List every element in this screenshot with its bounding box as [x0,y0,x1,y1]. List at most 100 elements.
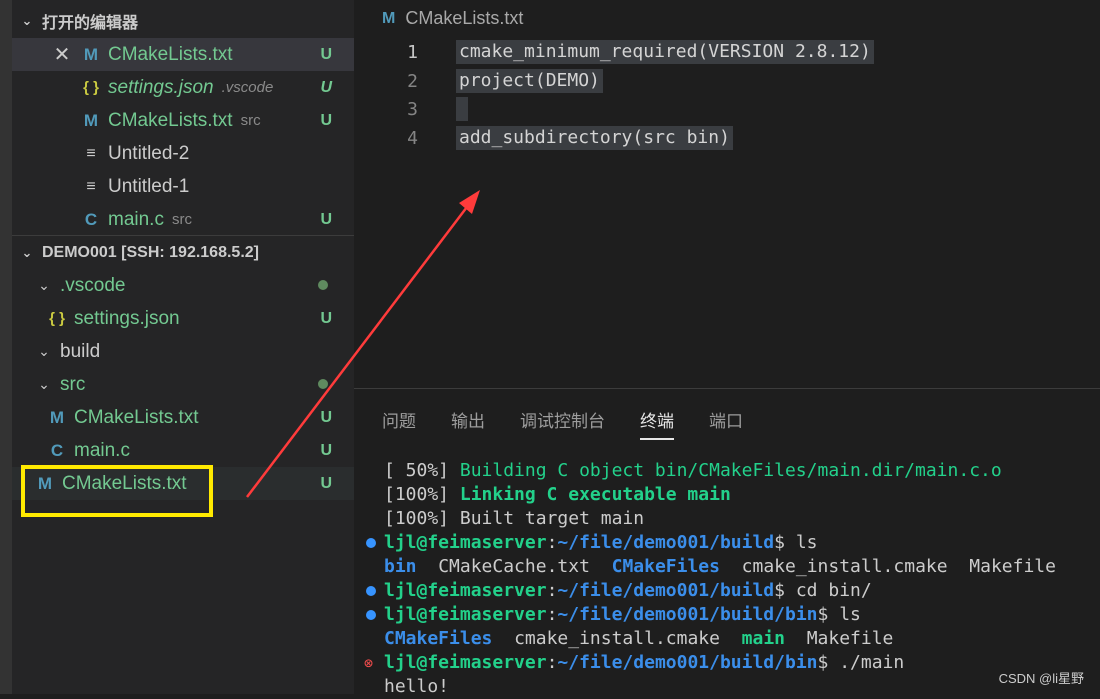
open-editors-title: 打开的编辑器 [42,15,139,32]
terminal-prompt-line: ⊗ ljl@feimaserver:~/file/demo001/build/bi… [364,652,905,673]
prompt-path: ~/file/demo001/build/bin [557,652,818,673]
file-description: src [240,112,261,129]
ls-entry: cmake_install.cmake [514,628,720,649]
git-status-badge: U [320,45,332,63]
open-editor-item-untitled-2[interactable]: ≡ Untitled-2 [12,137,354,170]
line-number: 3 [407,98,418,120]
cmake-icon: M [83,110,99,130]
open-editor-item-cmakelists[interactable]: ✕ M CMakeLists.txt U [12,38,354,71]
cmake-icon: M [382,9,396,27]
git-status-badge: U [320,408,332,426]
code-line[interactable]: 3 [354,95,468,123]
chevron-down-icon: ⌄ [38,277,50,293]
tree-folder-src[interactable]: ⌄ src [12,368,354,401]
open-editor-item-settings[interactable]: { } settings.json .vscode U [12,71,354,104]
tree-folder-vscode[interactable]: ⌄ .vscode [12,269,354,302]
terminal-prompt-line: ljl@feimaserver:~/file/demo001/build/bin… [366,603,1056,627]
file-name: CMakeLists.txt [74,406,199,428]
tree-file-settings-json[interactable]: { } settings.json U [12,302,354,335]
build-message: Building C object bin/CMakeFiles/main.di… [459,460,1002,481]
prompt-path: ~/file/demo001/build [557,532,775,553]
file-name: Untitled-1 [108,175,190,197]
line-number: 4 [407,127,418,149]
code-text[interactable]: add_subdirectory(src bin) [456,126,733,150]
folder-name: src [60,373,86,395]
open-editor-item-untitled-1[interactable]: ≡ Untitled-1 [12,170,354,203]
tab-ports[interactable]: 端口 [709,407,743,440]
file-description: src [171,211,192,228]
open-editor-item-cmakelists-src[interactable]: M CMakeLists.txt src U [12,104,354,137]
json-icon: { } [83,79,99,96]
cmake-icon: M [49,407,65,427]
line-number: 2 [407,70,418,92]
command-success-icon [366,610,376,620]
open-editors-header[interactable]: ⌄ 打开的编辑器 [12,5,354,37]
tree-file-main-c[interactable]: C main.c U [12,434,354,467]
section-divider [12,235,354,236]
ls-entry: CMakeCache.txt [438,556,590,577]
code-text[interactable] [456,97,468,121]
build-progress: [ 50%] [384,460,460,481]
file-description: .vscode [221,79,274,96]
command: ls [839,604,861,625]
ls-entry: Makefile [969,556,1056,577]
code-line[interactable]: 4 add_subdirectory(src bin) [354,124,733,152]
git-status-badge: U [320,78,332,96]
chevron-down-icon: ⌄ [38,343,50,359]
close-icon[interactable]: ✕ [52,42,72,67]
code-text[interactable]: cmake_minimum_required(VERSION 2.8.12) [456,40,874,64]
tab-debug-console[interactable]: 调试控制台 [520,407,605,440]
error-circle-icon: ⊗ [364,654,374,672]
file-name: CMakeLists.txt [108,43,233,65]
file-name: CMakeLists.txt [108,109,233,131]
terminal-output[interactable]: [ 50%] Building C object bin/CMakeFiles/… [364,459,1056,699]
code-text[interactable]: project(DEMO) [456,69,603,93]
tab-terminal[interactable]: 终端 [640,407,674,440]
code-line[interactable]: 2 project(DEMO) [354,67,603,95]
terminal-line: bin CMakeCache.txt CMakeFiles cmake_inst… [366,555,1056,579]
text-lines-icon: ≡ [86,177,96,195]
git-status-badge: U [320,210,332,228]
breadcrumb-file[interactable]: CMakeLists.txt [405,8,523,29]
git-status-badge: U [320,309,332,327]
file-name: settings.json [74,307,180,329]
terminal-prompt-line: ljl@feimaserver:~/file/demo001/build$ cd… [366,579,1056,603]
chevron-down-icon: ⌄ [38,376,50,392]
prompt-path: ~/file/demo001/build [557,580,775,601]
watermark: CSDN @li星野 [998,671,1084,686]
terminal-line: CMakeFiles cmake_install.cmake main Make… [366,627,1056,651]
prompt-user: ljl@feimaserver [384,652,547,673]
ls-entry: Makefile [806,628,894,649]
breadcrumb[interactable]: M CMakeLists.txt [382,8,523,29]
terminal-line: [100%] Linking C executable main [366,483,1056,507]
c-file-icon: C [50,440,64,460]
folder-name: .vscode [60,274,126,296]
prompt-path: ~/file/demo001/build/bin [557,604,818,625]
chevron-down-icon: ⌄ [21,13,33,28]
build-message: Linking C executable main [459,484,731,505]
open-editor-item-main-c[interactable]: C main.c src U [12,203,354,236]
prompt-user: ljl@feimaserver [384,532,547,553]
activity-bar-edge [0,0,12,694]
terminal-line: hello! [384,676,450,697]
tab-output[interactable]: 输出 [451,407,485,440]
ls-entry: cmake_install.cmake [741,556,948,577]
code-editor[interactable]: M CMakeLists.txt 1 cmake_minimum_require… [354,0,1100,388]
json-icon: { } [49,310,65,327]
tree-folder-build[interactable]: ⌄ build [12,335,354,368]
c-file-icon: C [84,209,98,229]
build-progress: [100%] [384,484,460,505]
workspace-header[interactable]: ⌄ DEMO001 [SSH: 192.168.5.2] [12,237,354,269]
code-line[interactable]: 1 cmake_minimum_required(VERSION 2.8.12) [354,38,874,66]
chevron-down-icon: ⌄ [21,245,33,260]
explorer-sidebar: ⌄ 打开的编辑器 ✕ M CMakeLists.txt U { } settin… [0,0,354,694]
line-number: 1 [407,41,418,63]
modified-dot-icon [318,280,328,290]
git-status-badge: U [320,441,332,459]
file-name: main.c [108,208,164,230]
tab-problems[interactable]: 问题 [382,407,416,440]
ls-entry-dir: CMakeFiles [611,556,720,577]
command-success-icon [366,586,376,596]
terminal-prompt-line: ljl@feimaserver:~/file/demo001/build$ ls [366,531,1056,555]
tree-file-src-cmakelists[interactable]: M CMakeLists.txt U [12,401,354,434]
